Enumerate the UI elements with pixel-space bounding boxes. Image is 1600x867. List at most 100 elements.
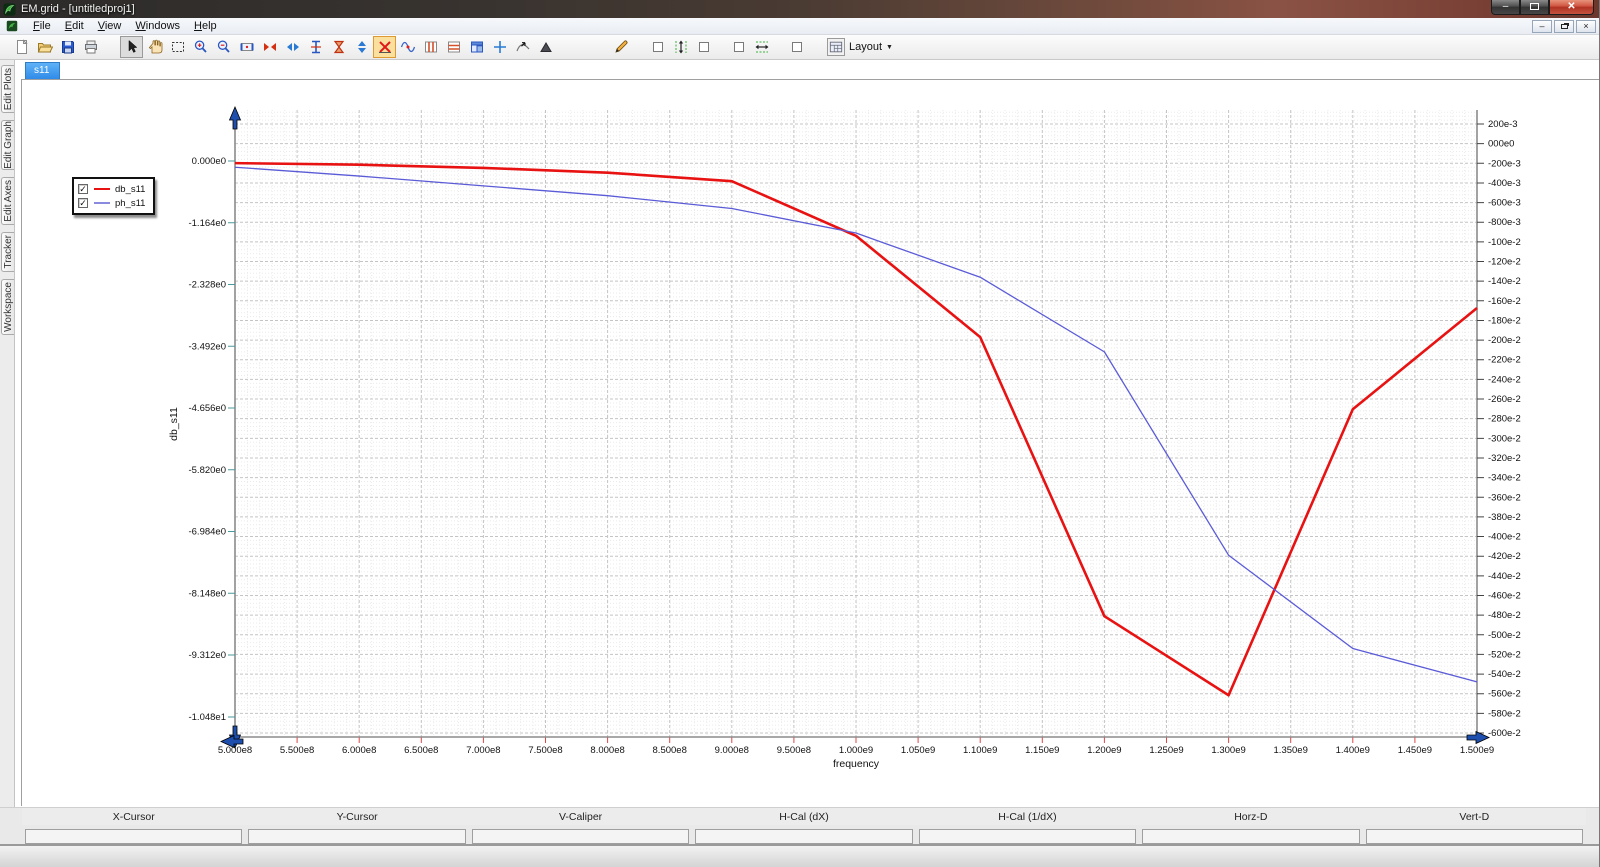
svg-text:-320e-2: -320e-2 [1488, 453, 1521, 464]
svg-text:-2.328e0: -2.328e0 [188, 280, 226, 291]
zoombox-icon [171, 42, 184, 52]
minimize-button[interactable]: – [1491, 0, 1520, 15]
hourglass-button[interactable] [327, 36, 350, 58]
hourglass-icon [333, 40, 344, 54]
svg-text:-500e-2: -500e-2 [1488, 630, 1521, 641]
vertical-arrows-button[interactable] [669, 36, 692, 58]
mdi-close-button[interactable]: × [1576, 20, 1596, 33]
legend-label: db_s11 [115, 183, 146, 195]
svg-text:-800e-3: -800e-3 [1488, 217, 1521, 228]
open-icon [37, 43, 53, 53]
svg-text:6.000e8: 6.000e8 [342, 745, 376, 756]
extra-checkbox[interactable] [785, 36, 808, 58]
legend-checkbox-db_s11[interactable]: ✓ [78, 184, 88, 194]
svg-text:-440e-2: -440e-2 [1488, 571, 1521, 582]
open-file-button[interactable] [33, 36, 56, 58]
cursor-label-h-cal-1-dx-: H-Cal (1/dX) [998, 810, 1057, 823]
zoom-x-button[interactable] [235, 36, 258, 58]
zoom-box-button[interactable] [166, 36, 189, 58]
svg-text:-1.048e1: -1.048e1 [188, 712, 226, 723]
svg-text:8.000e8: 8.000e8 [590, 745, 624, 756]
expand-y-button[interactable] [350, 36, 373, 58]
expand-x-button[interactable] [281, 36, 304, 58]
crosshair-button[interactable] [488, 36, 511, 58]
close-button[interactable]: ✕ [1549, 0, 1594, 15]
new-file-button[interactable] [10, 36, 33, 58]
svg-text:6.500e8: 6.500e8 [404, 745, 438, 756]
edit-pencil-button[interactable] [609, 36, 632, 58]
zoomout-icon [217, 40, 230, 53]
svg-text:-380e-2: -380e-2 [1488, 512, 1521, 523]
crosshair-icon [493, 41, 506, 53]
cursor-field-v-caliper[interactable] [471, 829, 690, 844]
hcal-checkbox-left[interactable] [727, 36, 750, 58]
svg-text:-4.656e0: -4.656e0 [188, 403, 226, 414]
collapse-x-button[interactable] [258, 36, 281, 58]
svg-text:1.150e9: 1.150e9 [1025, 745, 1059, 756]
svg-text:-3.492e0: -3.492e0 [188, 341, 226, 352]
legend-checkbox-ph_s11[interactable]: ✓ [78, 198, 88, 208]
menu-edit[interactable]: Edit [58, 19, 91, 33]
svg-text:1.250e9: 1.250e9 [1149, 745, 1183, 756]
svg-text:-540e-2: -540e-2 [1488, 669, 1521, 680]
doc-tab-s11[interactable]: s11 [25, 62, 61, 79]
horizontal-arrows-button[interactable] [750, 36, 773, 58]
menu-help[interactable]: Help [187, 19, 224, 33]
peak-search-button[interactable] [534, 36, 557, 58]
plot-legend: ✓ db_s11 ✓ ph_s11 [72, 177, 156, 215]
cursor-field-x-cursor[interactable] [25, 829, 243, 844]
plot-canvas[interactable]: 5.000e8 5.500e8 6.000e8 6.500e8 7.000e8 7.500… [0, 60, 1600, 807]
layout-dropdown-button[interactable]: Layout ▼ [822, 36, 898, 58]
cursor-field-h-cal-dx-[interactable] [695, 829, 913, 844]
legend-swatch [94, 188, 110, 190]
pan-tool-button[interactable] [143, 36, 166, 58]
legend-item-db_s11: ✓ db_s11 [78, 182, 145, 196]
svg-text:000e0: 000e0 [1488, 139, 1514, 150]
tracker-tool-button[interactable] [511, 36, 534, 58]
svg-text:5.500e8: 5.500e8 [280, 745, 314, 756]
caliper-checkbox-right[interactable] [692, 36, 715, 58]
document-icon [6, 20, 18, 32]
peak-icon [539, 42, 552, 52]
mdi-minimize-button[interactable]: – [1532, 20, 1552, 33]
caliper-checkbox-left[interactable] [646, 36, 669, 58]
mdi-restore-button[interactable] [1554, 20, 1574, 33]
cursor-label-v-caliper: V-Caliper [558, 810, 603, 823]
cursor-field-h-cal-1-dx-[interactable] [918, 829, 1137, 844]
maximize-button[interactable] [1520, 0, 1549, 15]
window-layout-button[interactable] [465, 36, 488, 58]
cursor-field-y-cursor[interactable] [248, 829, 466, 844]
svg-text:-200e-2: -200e-2 [1488, 335, 1521, 346]
crossing-tool-button[interactable] [373, 36, 396, 58]
vertical-caliper-button[interactable] [304, 36, 327, 58]
svg-text:-480e-2: -480e-2 [1488, 610, 1521, 621]
curve-ph_s11 [234, 166, 1478, 683]
zoom-in-button[interactable] [189, 36, 212, 58]
menu-file[interactable]: File [26, 19, 58, 33]
cursor-field-vert-d[interactable] [1365, 829, 1583, 844]
svg-text:-180e-2: -180e-2 [1488, 315, 1521, 326]
tracker-icon [515, 42, 529, 52]
horizontal-markers-button[interactable] [442, 36, 465, 58]
svg-text:-400e-2: -400e-2 [1488, 532, 1521, 543]
select-tool-button[interactable] [120, 36, 143, 58]
trace-wave-button[interactable] [396, 36, 419, 58]
svg-text:-160e-2: -160e-2 [1488, 296, 1521, 307]
print-button[interactable] [79, 36, 102, 58]
zoom-out-button[interactable] [212, 36, 235, 58]
svg-text:7.000e8: 7.000e8 [466, 745, 500, 756]
chevron-down-icon: ▼ [886, 43, 893, 51]
svg-text:frequency: frequency [833, 758, 880, 770]
menu-windows[interactable]: Windows [128, 19, 187, 33]
save-button[interactable] [56, 36, 79, 58]
zoomx-icon [240, 43, 253, 51]
svg-text:-1.164e0: -1.164e0 [188, 218, 226, 229]
cursor-label-vert-d: Vert-D [1459, 810, 1490, 823]
cursor-label-horz-d: Horz-D [1234, 810, 1268, 823]
svg-text:-460e-2: -460e-2 [1488, 590, 1521, 601]
vertical-markers-button[interactable] [419, 36, 442, 58]
menu-view[interactable]: View [91, 19, 129, 33]
cursor-field-horz-d[interactable] [1142, 829, 1360, 844]
svg-text:9.000e8: 9.000e8 [715, 745, 749, 756]
svg-text:1.400e9: 1.400e9 [1336, 745, 1370, 756]
